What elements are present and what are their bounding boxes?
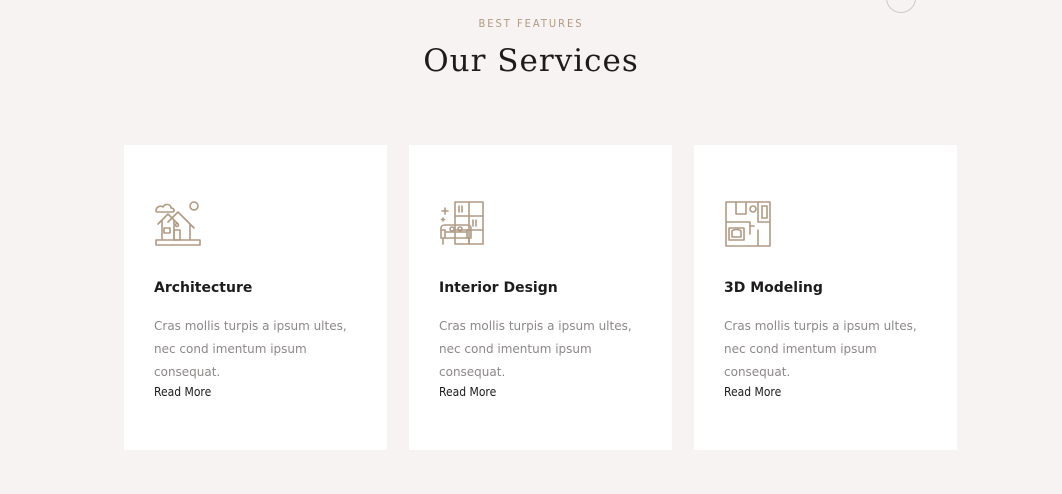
read-more-link[interactable]: Read More — [154, 385, 211, 399]
sofa-shelf-icon — [439, 200, 487, 248]
service-title: 3D Modeling — [724, 280, 823, 296]
read-more-link[interactable]: Read More — [724, 385, 781, 399]
service-description: Cras mollis turpis a ipsum ultes, nec co… — [439, 319, 632, 379]
house-icon — [154, 200, 202, 248]
service-description: Cras mollis turpis a ipsum ultes, nec co… — [154, 319, 347, 379]
service-description: Cras mollis turpis a ipsum ultes, nec co… — [724, 319, 917, 379]
service-title: Interior Design — [439, 280, 558, 296]
service-card-architecture: Architecture Cras mollis turpis a ipsum … — [124, 145, 387, 450]
read-more-link[interactable]: Read More — [439, 385, 496, 399]
section-title: Our Services — [423, 43, 639, 79]
section-eyebrow: BEST FEATURES — [478, 17, 584, 30]
service-card-3d-modeling: 3D Modeling Cras mollis turpis a ipsum u… — [694, 145, 957, 450]
service-card-interior-design: Interior Design Cras mollis turpis a ips… — [409, 145, 672, 450]
floor-plan-icon — [724, 200, 772, 248]
service-title: Architecture — [154, 280, 253, 296]
scroll-circle-button[interactable] — [886, 0, 916, 13]
